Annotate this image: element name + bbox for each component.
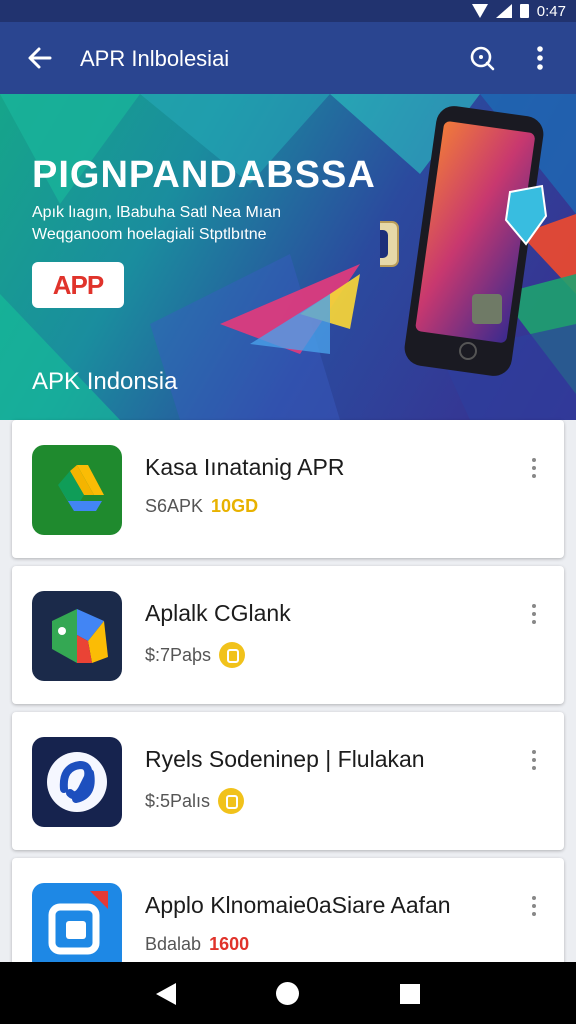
banner-subline-1: Apık lıagın, lBabuha Satl Nea Mıan <box>32 204 282 221</box>
nav-back-icon[interactable] <box>156 983 176 1005</box>
banner-subline-2: Weqganoom hoelagiali Stptlbıtne <box>32 226 267 243</box>
smartphone-illustration <box>380 106 548 376</box>
app-badge-red: 1600 <box>209 934 250 954</box>
more-options-icon[interactable] <box>524 456 544 482</box>
banner-caption: APK Indonsia <box>32 368 178 395</box>
app-price: Bdalab <box>145 934 202 954</box>
app-bar: APR Inlbolesiai <box>0 22 576 94</box>
app-price: $:5Palıs <box>145 790 211 811</box>
list-item[interactable]: Aplalk CGlank $:7Paþs <box>12 566 564 704</box>
app-bar-title: APR Inlbolesiai <box>80 46 230 71</box>
search-icon[interactable] <box>468 44 496 72</box>
app-meta: $:5Palıs <box>145 788 245 814</box>
app-list: Kasa Iınatanig APR S6APK 10GD Aplalk CGl… <box>12 420 564 1004</box>
app-meta: S6APK 10GD <box>145 496 258 517</box>
nav-recent-apps-icon[interactable] <box>400 984 420 1004</box>
app-name: Aplalk CGlank <box>145 600 291 626</box>
app-name: Kasa Iınatanig APR <box>145 454 345 480</box>
system-navigation-bar <box>0 962 576 1024</box>
back-arrow-icon[interactable] <box>26 44 54 72</box>
coin-badge-icon <box>218 788 245 814</box>
google-drive-icon <box>32 445 122 535</box>
screen-share-app-icon <box>32 883 122 973</box>
coin-badge-icon <box>219 642 246 668</box>
list-item[interactable]: Kasa Iınatanig APR S6APK 10GD <box>12 420 564 558</box>
app-logo-text: APP <box>52 269 104 300</box>
app-logo-badge: APP <box>32 262 124 308</box>
shazam-style-app-icon <box>32 737 122 827</box>
more-options-icon[interactable] <box>524 894 544 920</box>
status-time: 0:47 <box>536 2 566 20</box>
more-vertical-icon[interactable] <box>526 44 554 72</box>
status-icons: 0:47 <box>471 0 566 22</box>
app-badge-gold: 10GD <box>211 496 259 516</box>
signal-icon <box>495 4 512 18</box>
app-meta: Bdalab 1600 <box>145 934 249 955</box>
promo-banner[interactable]: PIGNPANDABSSA Apık lıagın, lBabuha Satl … <box>0 94 576 420</box>
more-options-icon[interactable] <box>524 602 544 628</box>
banner-headline: PIGNPANDABSSA <box>32 154 376 196</box>
wifi-icon <box>471 4 488 18</box>
app-name: Ryels Sodeninep | Flulakan <box>145 746 425 772</box>
app-name: Applo Klnomaie0aSiare Aafan <box>145 892 451 918</box>
list-item[interactable]: Ryels Sodeninep | Flulakan $:5Palıs <box>12 712 564 850</box>
more-options-icon[interactable] <box>524 748 544 774</box>
nav-home-icon[interactable] <box>276 982 299 1005</box>
app-meta: $:7Paþs <box>145 642 246 668</box>
app-price: S6APK <box>145 496 204 516</box>
maps-app-icon <box>32 591 122 681</box>
status-bar: 0:47 <box>0 0 576 22</box>
app-price: $:7Paþs <box>145 644 212 665</box>
battery-icon <box>519 4 529 18</box>
